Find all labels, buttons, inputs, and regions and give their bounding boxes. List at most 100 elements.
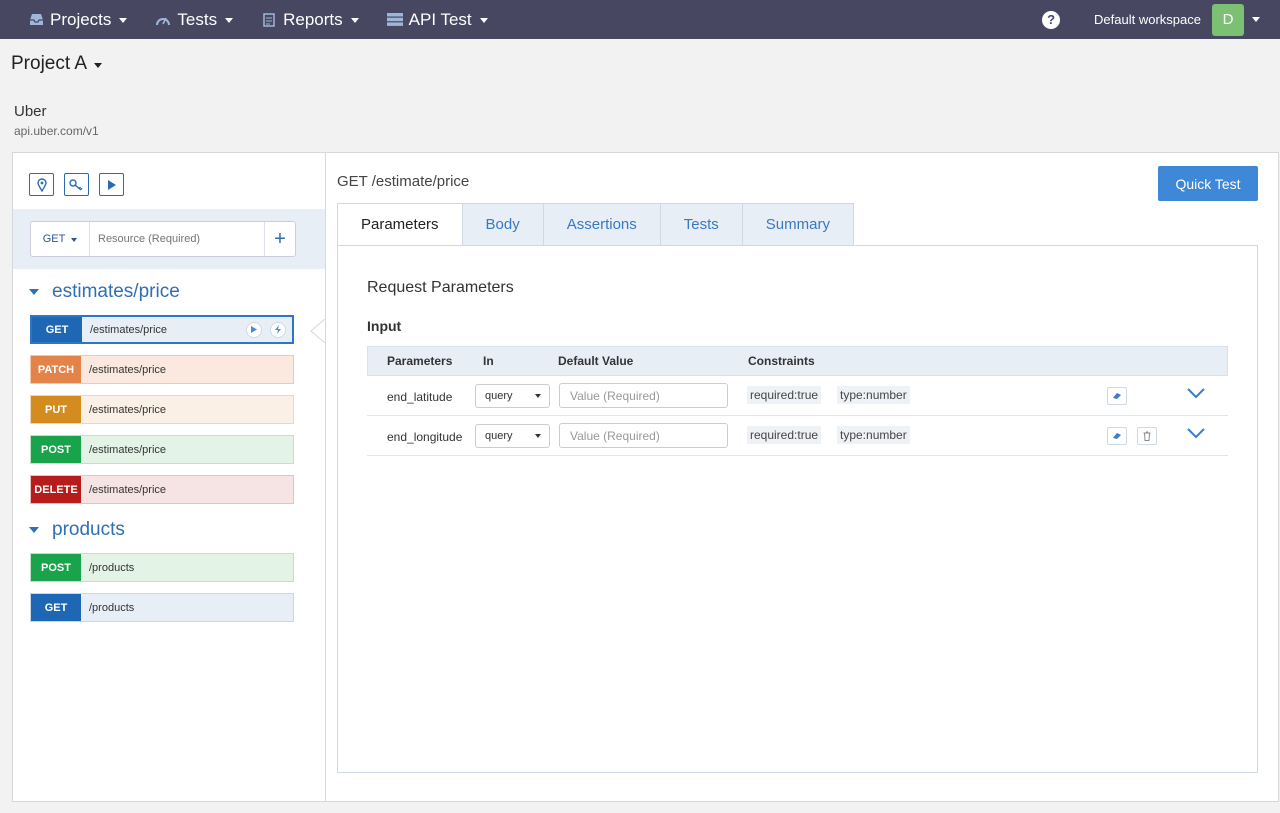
help-icon[interactable]: ? bbox=[1042, 10, 1061, 29]
tab-summary[interactable]: Summary bbox=[742, 203, 854, 246]
endpoint-path: /estimates/price bbox=[89, 483, 167, 496]
tab-parameters[interactable]: Parameters bbox=[337, 203, 463, 246]
col-in: In bbox=[483, 354, 494, 368]
chevron-down-icon bbox=[119, 18, 128, 23]
endpoint-delete-estimates-price[interactable]: DELETE /estimates/price bbox=[30, 475, 294, 504]
method-badge: POST bbox=[31, 436, 81, 463]
constraint-tag: required:true bbox=[747, 386, 822, 404]
caret-down-icon bbox=[535, 394, 541, 398]
add-resource-bar: GET + bbox=[13, 209, 325, 269]
nav-reports-label: Reports bbox=[283, 9, 343, 29]
endpoint-path: /estimates/price bbox=[90, 323, 168, 336]
caret-down-icon bbox=[29, 289, 39, 295]
group-products[interactable]: products bbox=[29, 519, 125, 541]
request-title: GET /estimate/price bbox=[337, 173, 470, 190]
run-icon[interactable] bbox=[246, 321, 262, 338]
col-default-value: Default Value bbox=[558, 354, 634, 368]
nav-api-test[interactable]: API Test bbox=[386, 0, 488, 39]
endpoint-path: /estimates/price bbox=[89, 403, 167, 416]
selection-pointer bbox=[310, 319, 325, 343]
caret-down-icon bbox=[535, 434, 541, 438]
constraint-tag: type:number bbox=[837, 386, 910, 404]
add-resource-button[interactable]: + bbox=[264, 222, 295, 256]
group-title: estimates/price bbox=[52, 281, 180, 302]
default-value-input[interactable] bbox=[559, 383, 728, 408]
endpoint-path: /estimates/price bbox=[89, 443, 167, 456]
project-selector[interactable]: Project A bbox=[11, 53, 103, 75]
parameters-table: Parameters In Default Value Constraints … bbox=[367, 346, 1228, 456]
table-row: end_longitude query required:true type:n… bbox=[367, 416, 1228, 456]
main-panel: GET + estimates/price GET /estimates/pri… bbox=[12, 152, 1279, 802]
method-badge: POST bbox=[31, 554, 81, 581]
nav-projects-label: Projects bbox=[50, 9, 112, 29]
endpoint-put-estimates-price[interactable]: PUT /estimates/price bbox=[30, 395, 294, 424]
parameters-panel: Request Parameters Input Parameters In D… bbox=[337, 245, 1258, 773]
endpoint-patch-estimates-price[interactable]: PATCH /estimates/price bbox=[30, 355, 294, 384]
eraser-icon[interactable] bbox=[1107, 387, 1127, 405]
eraser-icon[interactable] bbox=[1107, 427, 1127, 445]
endpoint-get-products[interactable]: GET /products bbox=[30, 593, 294, 622]
col-constraints: Constraints bbox=[748, 354, 815, 368]
chevron-down-icon bbox=[479, 18, 488, 23]
method-badge: DELETE bbox=[31, 476, 81, 503]
tab-body[interactable]: Body bbox=[462, 203, 544, 246]
section-title: Request Parameters bbox=[367, 279, 514, 296]
col-parameters: Parameters bbox=[387, 354, 453, 368]
constraint-tag: required:true bbox=[747, 426, 822, 444]
method-badge: GET bbox=[32, 317, 82, 342]
param-name: end_latitude bbox=[387, 390, 453, 404]
param-in-select[interactable]: query bbox=[475, 424, 550, 448]
gauge-icon bbox=[155, 13, 171, 27]
endpoint-post-products[interactable]: POST /products bbox=[30, 553, 294, 582]
server-icon bbox=[386, 13, 403, 27]
method-dropdown-label: GET bbox=[42, 233, 66, 245]
caret-down-icon bbox=[29, 527, 39, 533]
chevron-down-icon[interactable] bbox=[1187, 388, 1205, 402]
method-badge: PATCH bbox=[31, 356, 81, 383]
project-title: Project A bbox=[11, 53, 88, 74]
endpoint-get-estimates-price[interactable]: GET /estimates/price bbox=[30, 315, 294, 344]
group-estimates-price[interactable]: estimates/price bbox=[29, 281, 180, 303]
sidebar: GET + estimates/price GET /estimates/pri… bbox=[13, 153, 326, 801]
workspace-name[interactable]: Default workspace bbox=[1094, 12, 1201, 27]
chevron-down-icon[interactable] bbox=[1187, 428, 1205, 442]
method-badge: GET bbox=[31, 594, 81, 621]
param-in-select[interactable]: query bbox=[475, 384, 550, 408]
nav-projects[interactable]: Projects bbox=[28, 0, 128, 39]
param-name: end_longitude bbox=[387, 430, 463, 444]
endpoint-path: /products bbox=[89, 561, 135, 574]
top-navbar: Projects Tests Reports API Test ? Defaul… bbox=[0, 0, 1280, 39]
resource-input[interactable] bbox=[90, 222, 264, 256]
api-name: Uber bbox=[14, 103, 47, 120]
endpoint-path: /products bbox=[89, 601, 135, 614]
table-header: Parameters In Default Value Constraints bbox=[367, 346, 1228, 376]
avatar[interactable]: D bbox=[1212, 3, 1244, 36]
chevron-down-icon bbox=[71, 238, 78, 242]
api-url: api.uber.com/v1 bbox=[14, 124, 99, 138]
chevron-down-icon bbox=[94, 62, 103, 68]
tab-assertions[interactable]: Assertions bbox=[543, 203, 661, 246]
trash-icon[interactable] bbox=[1137, 427, 1157, 445]
chevron-down-icon[interactable] bbox=[1252, 17, 1260, 22]
param-in-value: query bbox=[485, 390, 513, 402]
quick-test-button[interactable]: Quick Test bbox=[1158, 166, 1258, 201]
document-icon bbox=[261, 12, 277, 27]
play-icon[interactable] bbox=[99, 173, 124, 196]
nav-reports[interactable]: Reports bbox=[261, 0, 359, 39]
nav-tests[interactable]: Tests bbox=[155, 0, 234, 39]
tab-bar: Parameters Body Assertions Tests Summary bbox=[337, 203, 854, 246]
request-editor: GET /estimate/price Quick Test Parameter… bbox=[326, 153, 1278, 801]
method-dropdown[interactable]: GET bbox=[31, 222, 90, 256]
endpoint-post-estimates-price[interactable]: POST /estimates/price bbox=[30, 435, 294, 464]
param-in-value: query bbox=[485, 430, 513, 442]
input-label: Input bbox=[367, 318, 402, 334]
lightning-icon[interactable] bbox=[270, 321, 286, 338]
method-badge: PUT bbox=[31, 396, 81, 423]
location-pin-icon[interactable] bbox=[29, 173, 54, 196]
group-title: products bbox=[52, 519, 125, 540]
chevron-down-icon bbox=[225, 18, 234, 23]
tab-tests[interactable]: Tests bbox=[660, 203, 743, 246]
default-value-input[interactable] bbox=[559, 423, 728, 448]
table-row: end_latitude query required:true type:nu… bbox=[367, 376, 1228, 416]
key-icon[interactable] bbox=[64, 173, 89, 196]
